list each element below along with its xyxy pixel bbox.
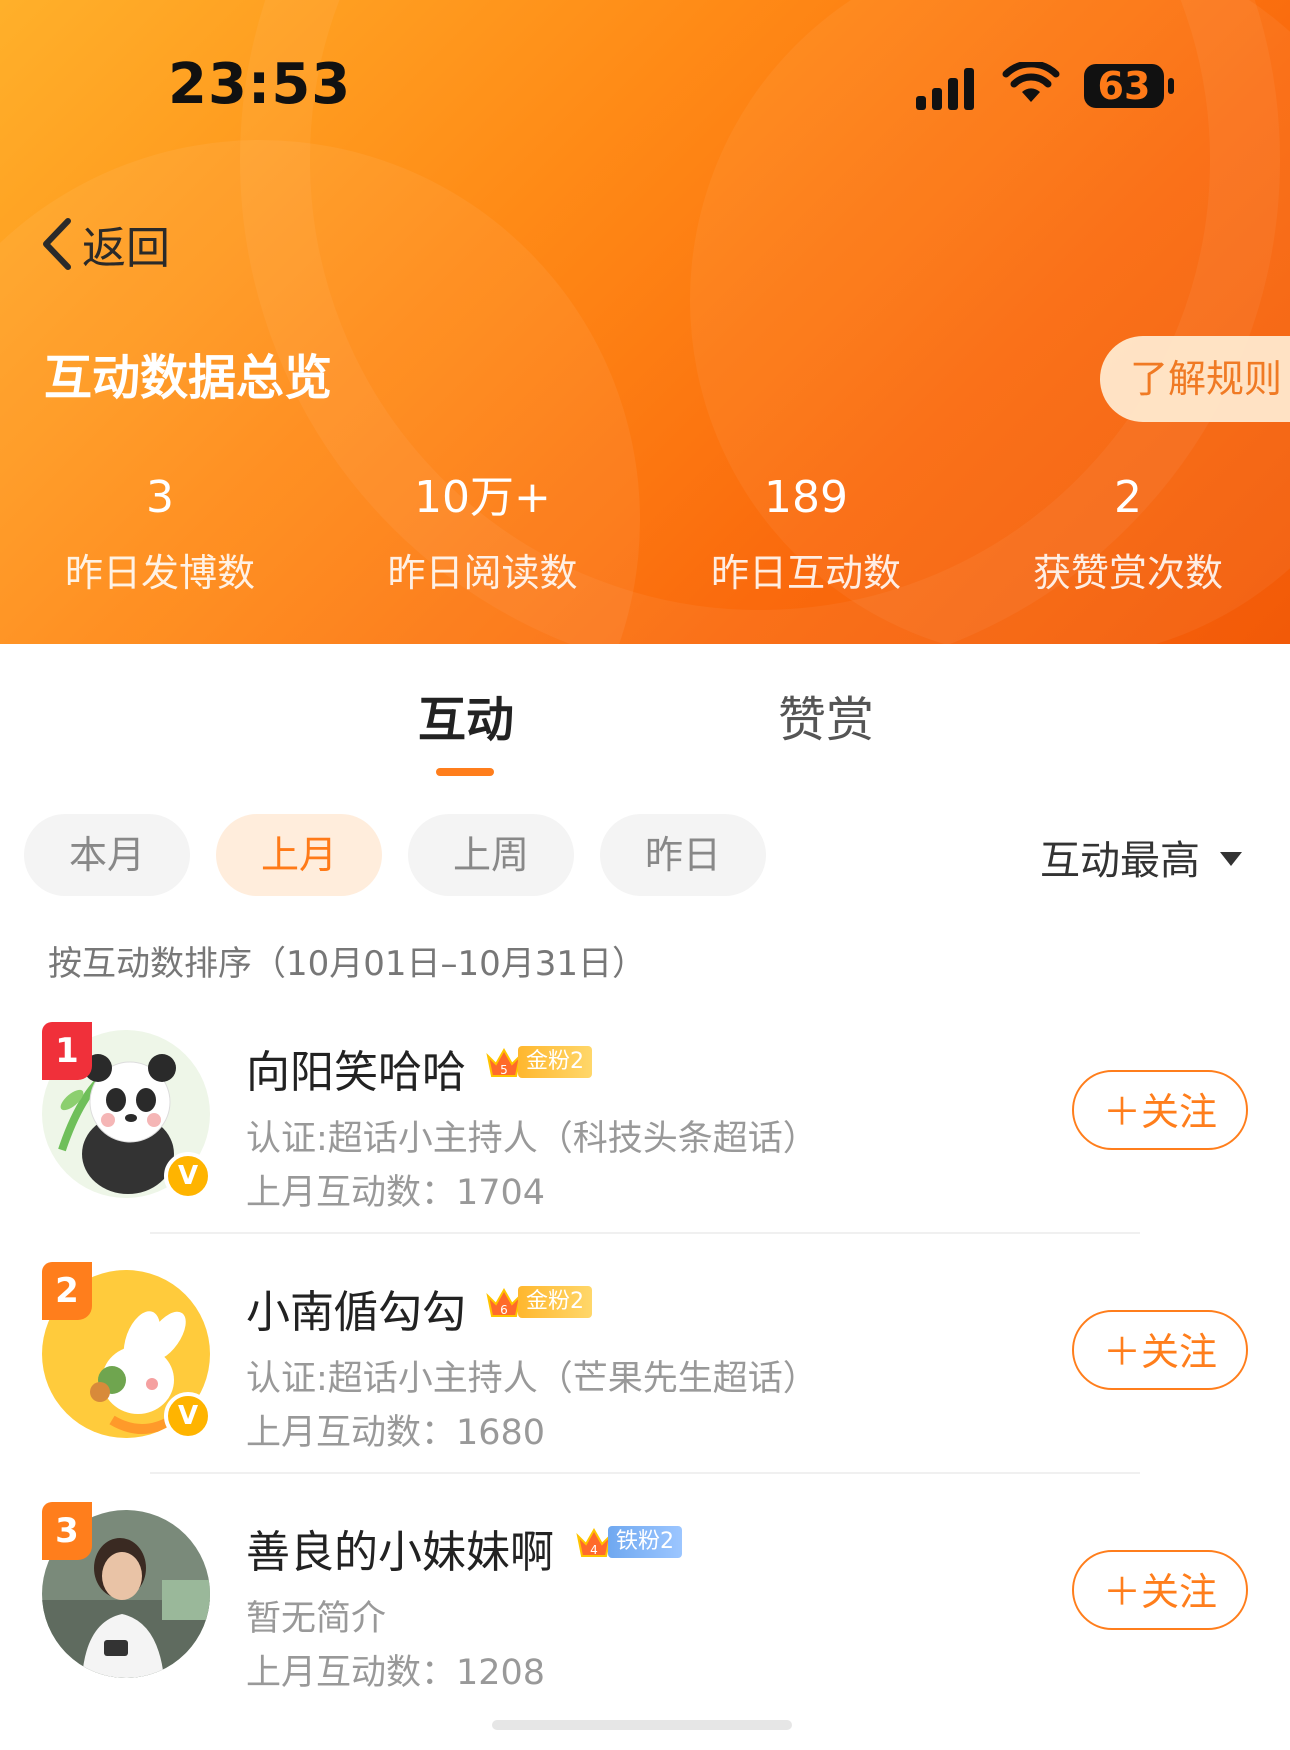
back-label: 返回 (82, 223, 170, 274)
filter-last-week[interactable]: 上周 (408, 814, 574, 896)
tab-interaction[interactable]: 互动 (418, 680, 514, 750)
status-time: 23:53 (168, 52, 352, 117)
stat-posts: 3 昨日发博数 (0, 470, 320, 597)
verified-icon: V (164, 1392, 212, 1440)
tab-bar: 互动 赞赏 (0, 680, 1290, 780)
sort-label: 互动最高 (1040, 838, 1200, 884)
stat-value: 10万+ (414, 472, 551, 523)
fan-badge: 6 金粉2 (484, 1284, 592, 1320)
stat-label: 昨日互动数 (710, 551, 901, 595)
tab-reward[interactable]: 赞赏 (778, 680, 874, 750)
chevron-left-icon (43, 218, 71, 270)
stat-value: 189 (764, 472, 848, 523)
list-item[interactable]: 1 V 向阳笑哈哈 5 金粉2 认证:超话小主持人（科技头条超话） 上月互动数：… (0, 1022, 1290, 1270)
stat-interactions: 189 昨日互动数 (645, 470, 967, 597)
filter-yesterday[interactable]: 昨日 (600, 814, 766, 896)
user-name[interactable]: 小南偱勾勾 (246, 1276, 466, 1340)
follow-button[interactable]: ＋关注 (1072, 1550, 1248, 1630)
wifi-icon (1002, 62, 1060, 102)
fan-badge: 5 金粉2 (484, 1044, 592, 1080)
follow-button[interactable]: ＋关注 (1072, 1310, 1248, 1390)
caret-down-icon (1220, 852, 1242, 866)
signal-icon (916, 64, 982, 110)
user-name[interactable]: 向阳笑哈哈 (246, 1036, 466, 1100)
interaction-count: 上月互动数：1680 (246, 1413, 546, 1453)
date-range-text: 按互动数排序（10月01日–10月31日） (48, 944, 647, 984)
stat-value: 2 (1114, 472, 1142, 523)
follow-button[interactable]: ＋关注 (1072, 1070, 1248, 1150)
user-description: 认证:超话小主持人（芒果先生超话） (246, 1359, 818, 1399)
stat-label: 获赞赏次数 (1032, 551, 1223, 595)
battery-icon: 63 (1084, 64, 1164, 108)
sort-dropdown[interactable]: 互动最高 (1040, 828, 1242, 886)
rules-button[interactable]: 了解规则 (1100, 336, 1290, 422)
fan-label: 金粉2 (518, 1286, 592, 1318)
tab-indicator (436, 768, 494, 776)
list-item[interactable]: 3 善良的小妹妹啊 4 铁粉2 暂无简介 上月互动数：1208 ＋关注 (0, 1502, 1290, 1750)
stat-reads: 10万+ 昨日阅读数 (320, 470, 645, 597)
user-description: 暂无简介 (246, 1599, 387, 1639)
fan-level-num: 4 (590, 1543, 598, 1557)
home-indicator[interactable] (492, 1720, 792, 1730)
filter-this-month[interactable]: 本月 (24, 814, 190, 896)
list-item[interactable]: 2 V 小南偱勾勾 6 金粉2 认证:超话小主持人（芒果先生超话） 上月互动数：… (0, 1262, 1290, 1510)
filter-last-month[interactable]: 上月 (216, 814, 382, 896)
divider (150, 1232, 1140, 1234)
stat-label: 昨日阅读数 (387, 551, 578, 595)
battery-tip (1168, 78, 1174, 94)
stat-label: 昨日发博数 (64, 551, 255, 595)
rank-badge: 2 (42, 1262, 92, 1320)
fan-label: 金粉2 (518, 1046, 592, 1078)
divider (150, 1472, 1140, 1474)
stat-value: 3 (146, 472, 174, 523)
rank-badge: 3 (42, 1502, 92, 1560)
fan-label: 铁粉2 (608, 1526, 682, 1558)
interaction-count: 上月互动数：1208 (246, 1653, 546, 1693)
fan-level-num: 6 (500, 1303, 508, 1317)
verified-icon: V (164, 1152, 212, 1200)
user-description: 认证:超话小主持人（科技头条超话） (246, 1119, 818, 1159)
stat-rewards: 2 获赞赏次数 (967, 470, 1289, 597)
back-button[interactable]: 返回 (38, 212, 170, 276)
interaction-count: 上月互动数：1704 (246, 1173, 546, 1213)
fan-level-num: 5 (500, 1063, 508, 1077)
page-title: 互动数据总览 (44, 350, 333, 406)
header-banner: 23:53 63 返回 互动数据总览 了解规则 3 昨日发博数 10万+ 昨日阅… (0, 0, 1290, 644)
user-name[interactable]: 善良的小妹妹啊 (246, 1516, 554, 1580)
fan-badge: 4 铁粉2 (574, 1524, 682, 1560)
stats-row: 3 昨日发博数 10万+ 昨日阅读数 189 昨日互动数 2 获赞赏次数 (0, 470, 1290, 597)
rank-badge: 1 (42, 1022, 92, 1080)
